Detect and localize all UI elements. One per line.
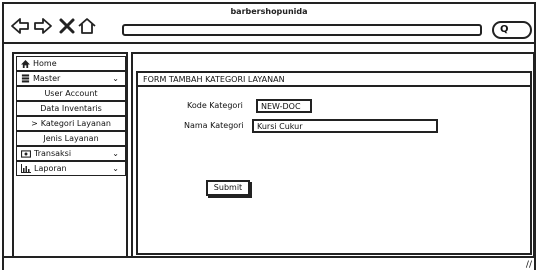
resize-grip-icon[interactable]: //	[526, 260, 532, 270]
form-panel: FORM TAMBAH KATEGORI LAYANAN Kode Katego…	[136, 71, 532, 255]
address-bar[interactable]	[122, 24, 482, 36]
nama-kategori-field[interactable]: Kursi Cukur	[252, 119, 438, 133]
close-icon[interactable]	[57, 16, 77, 36]
browser-window: barbershopunida Q Home Master ⌄ User Acc…	[2, 2, 536, 270]
submit-button[interactable]: Submit	[206, 180, 250, 196]
sidebar-item-jenis-layanan[interactable]: Jenis Layanan	[16, 131, 126, 146]
chevron-right-icon: >	[31, 119, 38, 128]
chevron-down-icon: ⌄	[112, 149, 119, 158]
form-title: FORM TAMBAH KATEGORI LAYANAN	[138, 73, 530, 87]
sidebar-item-transaksi[interactable]: Transaksi ⌄	[16, 146, 126, 161]
chevron-down-icon: ⌄	[112, 164, 119, 173]
back-icon[interactable]	[10, 16, 30, 36]
main-content: FORM TAMBAH KATEGORI LAYANAN Kode Katego…	[131, 52, 535, 258]
nama-kategori-label: Nama Kategori	[184, 121, 244, 130]
status-bar: //	[4, 256, 534, 270]
title-bar: barbershopunida Q	[4, 4, 534, 44]
home-icon	[21, 59, 30, 68]
sidebar-item-label: Home	[33, 59, 57, 68]
sidebar: Home Master ⌄ User Account Data Inventar…	[12, 52, 128, 258]
sidebar-item-label: Kategori Layanan	[40, 119, 111, 128]
sidebar-item-kategori-layanan[interactable]: > Kategori Layanan	[16, 116, 126, 131]
money-icon	[21, 149, 31, 158]
window-title: barbershopunida	[230, 7, 308, 16]
kode-kategori-label: Kode Kategori	[187, 101, 243, 110]
sidebar-item-laporan[interactable]: Laporan ⌄	[16, 161, 126, 176]
sidebar-item-label: Data Inventaris	[40, 104, 102, 113]
kode-kategori-field[interactable]: NEW-DOC	[256, 99, 312, 113]
chart-icon	[21, 164, 31, 173]
sidebar-item-master[interactable]: Master ⌄	[16, 71, 126, 86]
sidebar-item-label: Master	[33, 74, 61, 83]
sidebar-item-data-inventaris[interactable]: Data Inventaris	[16, 101, 126, 116]
sidebar-item-user-account[interactable]: User Account	[16, 86, 126, 101]
sidebar-item-label: Jenis Layanan	[43, 134, 99, 143]
sidebar-item-label: Transaksi	[34, 149, 72, 158]
forward-icon[interactable]	[33, 16, 53, 36]
sidebar-item-label: User Account	[44, 89, 98, 98]
search-icon: Q	[500, 24, 509, 35]
search-button[interactable]: Q	[492, 21, 532, 39]
sidebar-item-home[interactable]: Home	[16, 56, 126, 71]
database-icon	[21, 74, 30, 83]
home-nav-icon[interactable]	[77, 16, 97, 36]
chevron-down-icon: ⌄	[112, 74, 119, 83]
sidebar-item-label: Laporan	[34, 164, 67, 173]
